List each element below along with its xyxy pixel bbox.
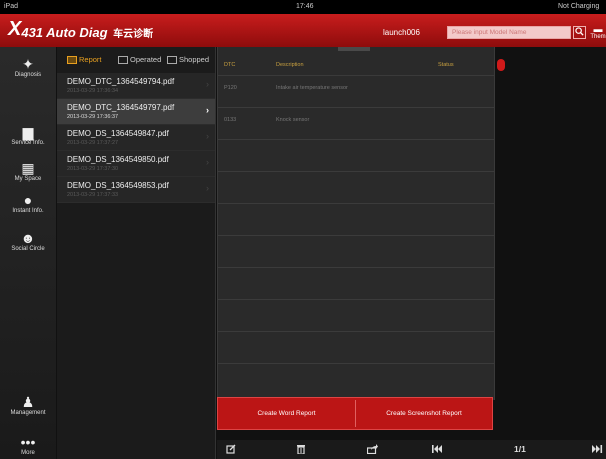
search-icon[interactable] <box>573 26 586 39</box>
table-row <box>218 204 494 236</box>
status-time: 17:46 <box>296 3 314 10</box>
file-row[interactable]: DEMO_DS_1364549850.pdf 2013-03-29 17:37:… <box>57 151 215 177</box>
table-row: 0133 Knock sensor <box>218 108 494 140</box>
last-page-icon[interactable] <box>592 444 603 457</box>
table-row <box>218 140 494 172</box>
report-tabs: Report Operated Shopped <box>57 52 215 68</box>
operated-icon <box>118 56 128 65</box>
create-screenshot-report-button[interactable]: Create Screenshot Report <box>356 398 492 429</box>
calendar-icon: ▦ <box>21 160 35 176</box>
wrench-icon: ✦ <box>22 56 34 72</box>
file-row[interactable]: DEMO_DTC_1364549794.pdf 2013-03-29 17:36… <box>57 73 215 99</box>
sidebar-item-management[interactable]: ♟ Management <box>0 395 56 416</box>
shopped-icon <box>167 56 177 65</box>
scroll-indicator <box>497 59 505 71</box>
file-list-panel: Report Operated Shopped DEMO_DTC_1364549… <box>57 47 216 459</box>
sidebar-item-service-info[interactable]: ▆ Service Info. <box>0 125 56 146</box>
table-header: DTC Description Status <box>218 51 494 76</box>
sidebar-item-instant-info[interactable]: ● Instant Info. <box>0 193 56 214</box>
app-header: X431 Auto Diag 车云诊断 launch006 Please inp… <box>0 14 606 47</box>
table-row <box>218 172 494 204</box>
col-description: Description <box>276 62 304 68</box>
chat-bubble-icon: ● <box>23 192 33 208</box>
smiley-icon: ☻ <box>20 230 36 246</box>
person-icon: ♟ <box>21 394 35 410</box>
tab-report[interactable]: Report <box>67 55 102 65</box>
status-bar: iPad 17:46 Not Charging <box>0 0 606 14</box>
col-status: Status <box>438 62 454 68</box>
report-buttons: Create Word Report Create Screenshot Rep… <box>217 397 493 430</box>
bottom-toolbar: 1/1 <box>217 440 606 459</box>
tab-operated[interactable]: Operated <box>118 55 161 65</box>
chevron-right-icon: › <box>206 183 209 193</box>
theme-button[interactable]: ▬ Them <box>590 24 606 47</box>
file-row[interactable]: DEMO_DS_1364549847.pdf 2013-03-29 17:37:… <box>57 125 215 151</box>
chevron-right-icon: › <box>206 79 209 89</box>
first-page-icon[interactable] <box>432 444 443 457</box>
sidebar-item-more[interactable]: ••• More <box>0 435 56 456</box>
report-icon <box>67 56 77 65</box>
create-word-report-button[interactable]: Create Word Report <box>218 398 355 429</box>
table-row <box>218 300 494 332</box>
battery-status: Not Charging <box>558 3 600 10</box>
share-icon[interactable] <box>366 444 378 457</box>
table-row: P120 Intake air temperature sensor <box>218 76 494 108</box>
username-label: launch006 <box>383 28 420 37</box>
trash-icon[interactable] <box>297 444 305 457</box>
theme-label: Them <box>590 34 606 40</box>
edit-icon[interactable] <box>226 444 236 457</box>
chevron-right-icon: › <box>206 157 209 167</box>
col-dtc: DTC <box>224 62 236 68</box>
device-label: iPad <box>4 3 19 10</box>
sidebar-item-diagnosis[interactable]: ✦ Diagnosis <box>0 57 56 78</box>
dots-icon: ••• <box>20 434 36 450</box>
sidebar: ✦ Diagnosis ▆ Service Info. ▦ My Space ●… <box>0 47 56 459</box>
sidebar-item-my-space[interactable]: ▦ My Space <box>0 161 56 182</box>
sidebar-item-social-circle[interactable]: ☻ Social Circle <box>0 231 56 252</box>
file-list: DEMO_DTC_1364549794.pdf 2013-03-29 17:36… <box>57 73 215 203</box>
table-row <box>218 332 494 364</box>
app-logo: X431 Auto Diag 车云诊断 <box>8 18 154 40</box>
file-row[interactable]: DEMO_DS_1364549853.pdf 2013-03-29 17:37:… <box>57 177 215 203</box>
tab-shopped[interactable]: Shopped <box>167 55 209 65</box>
table-row <box>218 268 494 300</box>
chevron-right-icon: › <box>206 105 209 115</box>
page-indicator: 1/1 <box>514 444 526 454</box>
briefcase-icon: ▆ <box>22 124 34 140</box>
report-detail-pane: DTC Description Status P120 Intake air t… <box>217 47 495 400</box>
table-row <box>218 236 494 268</box>
search-input[interactable]: Please input Model Name <box>447 26 571 39</box>
file-row-selected[interactable]: DEMO_DTC_1364549797.pdf 2013-03-29 17:36… <box>57 99 215 125</box>
chevron-right-icon: › <box>206 131 209 141</box>
